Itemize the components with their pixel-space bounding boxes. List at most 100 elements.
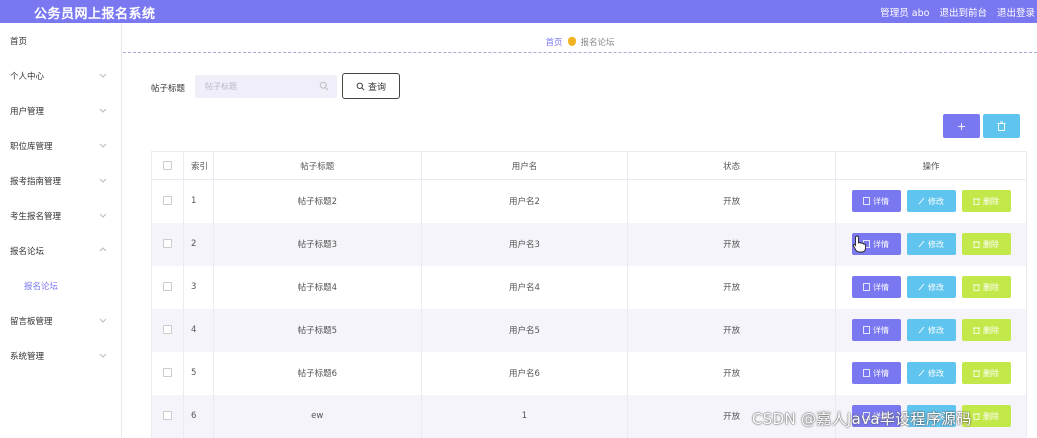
search-placeholder: 帖子标题 [205,82,237,91]
pencil-icon [918,197,925,205]
sidebar-item-forum[interactable]: 报名论坛 [0,233,121,268]
sidebar-item-message-board[interactable]: 留言板管理 [0,303,121,338]
row-checkbox[interactable] [162,239,172,248]
pencil-icon [918,326,925,334]
pencil-icon [918,369,925,377]
column-header-user: 用户名 [420,151,629,180]
row-checkbox[interactable] [162,196,172,206]
edit-button[interactable]: 修改 [906,362,956,384]
edit-button[interactable]: 修改 [906,276,956,298]
plus-icon: + [956,119,967,133]
sidebar-item-home[interactable]: 首页 [0,23,121,58]
logout-link[interactable]: 退出登录 [997,5,1035,19]
column-header-index: 索引 [182,151,214,180]
delete-button[interactable]: 删除 [961,233,1011,255]
edit-button[interactable]: 修改 [906,319,956,341]
chevron-down-icon [99,143,107,148]
row-title: 帖子标题3 [212,222,422,266]
detail-button[interactable]: 详情 [851,362,901,384]
delete-button[interactable]: 删除 [961,276,1011,298]
sidebar: 首页 个人中心 用户管理 职位库管理 报考指南管理 考生报名管理 报名论坛 报名… [0,23,122,437]
sidebar-item-user-management[interactable]: 用户管理 [0,93,121,128]
row-index: 1 [182,179,214,223]
row-status: 开放 [627,179,836,223]
table-row: 5 帖子标题6 用户名6 开放 详情 修改 删除 [151,351,1027,395]
trash-icon [973,413,980,420]
main-content: 首页 报名论坛 帖子标题 帖子标题 查询 + 索引 帖子标题 用户名 状态 操作 … [123,23,1037,438]
sidebar-subitem-forum[interactable]: 报名论坛 [0,268,121,303]
row-index: 6 [182,394,214,438]
admin-label: 管理员 abo [880,8,930,19]
row-status: 开放 [627,222,836,266]
chevron-down-icon [99,73,107,78]
query-button[interactable]: 查询 [342,73,400,99]
document-icon [863,326,870,334]
chevron-down-icon [99,353,107,358]
row-title: 帖子标题5 [212,308,422,352]
document-icon [863,369,870,377]
row-index: 3 [182,265,214,309]
row-status: 开放 [627,265,836,309]
breadcrumb-separator-icon [567,37,576,46]
table-row: 2 帖子标题3 用户名3 开放 详情 修改 删除 [151,222,1027,266]
edit-button[interactable]: 修改 [906,190,956,213]
row-index: 2 [182,222,214,266]
row-checkbox[interactable] [162,411,172,420]
row-checkbox[interactable] [162,325,172,334]
chevron-down-icon [99,318,107,323]
chevron-down-icon [99,178,107,183]
breadcrumb-home[interactable]: 首页 [545,38,562,48]
pencil-icon [918,283,925,291]
chevron-down-icon [99,108,107,113]
add-button[interactable]: + [943,114,980,138]
detail-button[interactable]: 详情 [851,276,901,298]
select-all-checkbox-cell[interactable] [151,151,184,180]
hand-cursor-icon [852,235,866,253]
row-checkbox[interactable] [162,368,172,377]
select-all-checkbox[interactable] [162,160,172,170]
app-title: 公务员网上报名系统 [34,7,156,22]
row-index: 5 [182,351,214,395]
search-icon [356,82,365,90]
search-label: 帖子标题 [151,84,186,94]
row-index: 4 [182,308,214,352]
table-row: 1 帖子标题2 用户名2 开放 详情 修改 删除 [151,179,1027,223]
delete-button[interactable]: 删除 [961,319,1011,341]
row-title: 帖子标题6 [212,351,422,395]
chevron-down-icon [99,213,107,218]
row-user: 用户名4 [420,265,629,309]
exit-to-front-link[interactable]: 退出到前台 [939,5,987,19]
breadcrumb-current: 报名论坛 [580,38,615,48]
delete-button[interactable]: 删除 [961,190,1011,213]
search-input[interactable]: 帖子标题 [195,75,337,98]
top-bar: 公务员网上报名系统 管理员 abo 退出到前台 退出登录 [0,0,1037,23]
column-header-status: 状态 [627,151,836,180]
row-user: 用户名6 [420,351,629,395]
document-icon [863,197,870,206]
column-header-title: 帖子标题 [212,151,422,180]
row-checkbox[interactable] [162,282,172,291]
table-row: 3 帖子标题4 用户名4 开放 详情 修改 删除 [151,265,1027,309]
delete-button[interactable]: 删除 [961,362,1011,384]
trash-icon [973,198,980,206]
edit-button[interactable]: 修改 [906,233,956,255]
row-title: 帖子标题4 [212,265,422,309]
trash-icon [973,241,980,248]
trash-icon [973,370,980,377]
sidebar-item-personal-center[interactable]: 个人中心 [0,58,121,93]
detail-button[interactable]: 详情 [851,190,901,213]
row-user: 用户名2 [420,179,629,223]
trash-icon [973,327,980,334]
batch-delete-button[interactable] [983,114,1020,138]
sidebar-item-position-management[interactable]: 职位库管理 [0,128,121,163]
sidebar-item-guide-management[interactable]: 报考指南管理 [0,163,121,198]
trash-icon [973,284,980,291]
sidebar-item-registration-management[interactable]: 考生报名管理 [0,198,121,233]
row-user: 用户名5 [420,308,629,352]
row-user: 1 [420,394,629,438]
chevron-up-icon [99,247,107,252]
detail-button[interactable]: 详情 [851,319,901,341]
document-icon [863,283,870,291]
pencil-icon [918,240,925,248]
sidebar-item-system-management[interactable]: 系统管理 [0,338,121,373]
